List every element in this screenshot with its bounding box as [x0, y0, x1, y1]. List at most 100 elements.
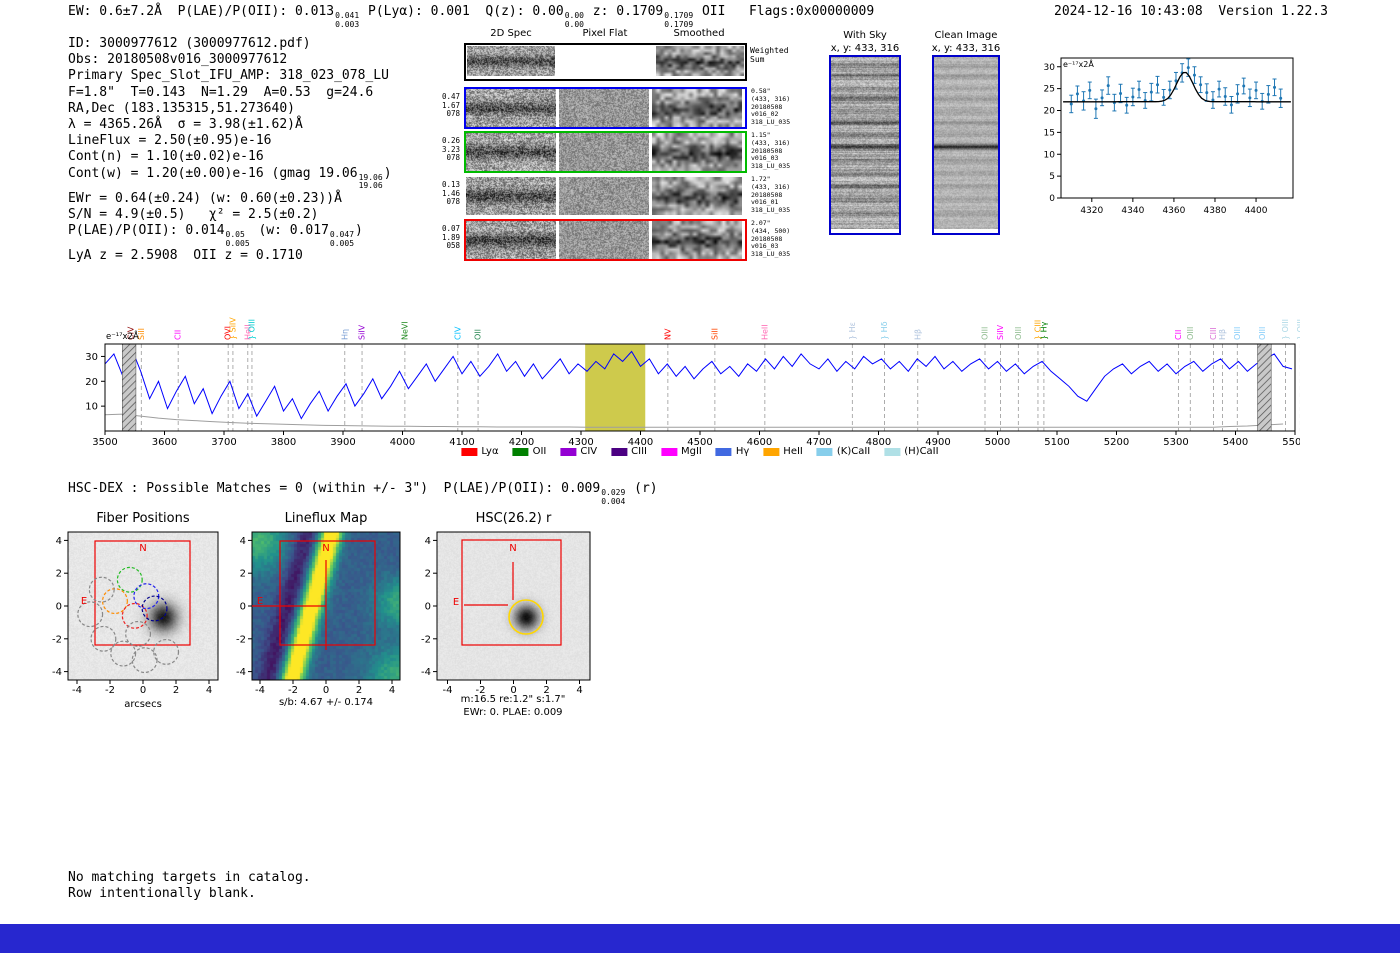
- spec2d-row-left-labels: 0.26 3.23 078: [441, 136, 460, 163]
- sky-panel-coords: x, y: 433, 316: [830, 43, 900, 54]
- emission-line-label: CII: [1174, 330, 1183, 340]
- legend-label: OII: [532, 446, 547, 457]
- emission-line-label: Hβ: [913, 329, 922, 340]
- emission-line-label: Hβ: [1218, 329, 1227, 340]
- spec2d-row-2d-image: [466, 221, 556, 259]
- y-tick-label: 20: [1044, 107, 1056, 117]
- masked-band: [1257, 343, 1272, 432]
- data-point: [1254, 88, 1258, 92]
- spectrum-legend: Lyα OII CIV CIII MgII Hγ HeII (K)CaII (H)CaII: [461, 446, 939, 457]
- data-point: [1149, 90, 1153, 94]
- match-region-box: [94, 540, 191, 646]
- x-tick-label: 3600: [152, 437, 177, 448]
- spec2d-row-annotation: 1.72" (433, 316) 20180508 v016_01 318_LU…: [751, 175, 791, 215]
- stacked-uncertainty: 0.05 0.005: [226, 231, 250, 248]
- x-tick-label: 4000: [390, 437, 415, 448]
- legend-swatch: [512, 447, 529, 456]
- hsc-title: HSC(26.2) r: [476, 511, 552, 526]
- y-tick-label: 0: [1049, 194, 1055, 204]
- stacked-uncertainty: 0.041 0.003: [335, 11, 359, 29]
- spec2d-row-smoothed-image: [652, 221, 742, 259]
- x-tick-label: 5400: [1223, 437, 1248, 448]
- legend-label: CIII: [631, 446, 647, 457]
- y-tick-label: 25: [1044, 85, 1055, 95]
- legend-swatch: [763, 447, 780, 456]
- stacked-uncertainty: 0.00 0.00: [565, 11, 584, 29]
- masked-band: [122, 343, 137, 432]
- spec2d-row-left-labels: 0.13 1.46 078: [441, 180, 460, 207]
- weighted-sum-label: Weighted Sum: [750, 46, 789, 64]
- full-spectrum-svg: CIV SiII CII OVI} SiIV HeII} OIII Hη SiIV NeVI C…: [85, 317, 1300, 448]
- spec2d-row-annotation: 1.15" (433, 316) 20180508 v016_03 318_LU…: [751, 131, 791, 171]
- fiber-title: Fiber Positions: [96, 511, 189, 526]
- lineflux-overlay: Lineflux Map -4 -2 0 2 4 -4 -2 0 2 4 N Es/b: 4.67 +/…: [236, 511, 401, 708]
- info-line: λ = 4365.26Å σ = 3.98(±1.62)Å: [68, 117, 392, 133]
- x-tick-label: -4: [72, 685, 82, 696]
- text-segment: F=1.8" T=0.143 N=1.29 A=0.53 g=24.6: [68, 84, 374, 100]
- info-line: RA,Dec (183.135315,51.273640): [68, 101, 392, 117]
- x-tick-label: -4: [255, 685, 265, 696]
- sky-panel-title: Clean Image: [934, 30, 998, 41]
- data-point: [1192, 73, 1196, 77]
- stacked-value: 0.005: [329, 238, 355, 248]
- stacked-value: 0.004: [601, 496, 626, 506]
- y-tick-label: 0: [240, 602, 246, 613]
- legend-swatch: [611, 447, 628, 456]
- stacked-uncertainty: 0.047 0.005: [330, 231, 354, 248]
- x-tick-label: 5000: [985, 437, 1010, 448]
- flux-spectrum-line: [104, 347, 1293, 420]
- y-tick-label: 30: [85, 352, 98, 363]
- x-tick-label: 3500: [92, 437, 117, 448]
- fiber-positions-panel: Fiber Positions -4 -2 0 2 4 -4 -2 0 2 4 N Earcsecs: [38, 508, 250, 713]
- emission-line-label: OII: [474, 329, 483, 340]
- text-segment: λ = 4365.26Å σ = 3.98(±1.62)Å: [68, 117, 303, 133]
- data-point: [1106, 84, 1110, 88]
- emission-line-label: } OIII: [247, 319, 256, 340]
- info-line: P(LAE)/P(OII): 0.014 0.05 0.005 (w: 0.017 0…: [68, 223, 392, 248]
- emission-line-label: } OIII: [1296, 319, 1300, 340]
- full-spectrum-plot: CIV SiII CII OVI} SiIV HeII} OIII Hη SiIV NeVI C…: [70, 255, 1300, 455]
- data-point: [1137, 88, 1141, 91]
- spec2d-row-smoothed-image: [652, 89, 742, 127]
- spec2d-row-pixelflat-image: [559, 133, 649, 171]
- spec2d-row-left-labels: 0.47 1.67 078: [441, 92, 460, 119]
- emission-line-label: SiIV: [358, 324, 367, 340]
- data-point: [1125, 103, 1129, 107]
- legend-label: (K)CaII: [836, 446, 871, 457]
- legend-item: (H)CaII: [884, 446, 939, 457]
- spec2d-row-2d-image: [466, 133, 556, 171]
- fiber-overlay: Fiber Positions -4 -2 0 2 4 -4 -2 0 2 4 N Earcsecs: [52, 511, 219, 710]
- x-tick-label: 3900: [330, 437, 355, 448]
- text-segment: z: 0.1709: [584, 4, 664, 19]
- plot-box: [1060, 57, 1294, 199]
- emission-line-label: NeVI: [400, 321, 409, 340]
- legend-swatch: [461, 447, 478, 456]
- info-line: Cont(w) = 1.20(±0.00)e-16 (gmag 19.06 19.…: [68, 166, 392, 191]
- legend-swatch: [816, 447, 833, 456]
- x-tick-label: 5500: [1282, 437, 1300, 448]
- x-tick-label: 3800: [271, 437, 296, 448]
- stacked-uncertainty: 19.06 19.06: [359, 173, 383, 191]
- emission-line-label: Hη: [340, 329, 349, 340]
- data-point: [1186, 66, 1190, 70]
- emission-line-label: CIV: [453, 326, 462, 340]
- info-line: LineFlux = 2.50(±0.95)e-16: [68, 133, 392, 149]
- stacked-uncertainty: 0.1709 0.1709: [664, 11, 693, 29]
- fiber-circle: [101, 588, 128, 615]
- footer-line-2: Row intentionally blank.: [68, 886, 256, 901]
- legend-label: Lyα: [481, 446, 499, 457]
- x-tick-label: 4320: [1080, 206, 1103, 216]
- legend-item: (K)CaII: [816, 446, 871, 457]
- text-segment: ID: 3000977612 (3000977612.pdf): [68, 36, 311, 51]
- hsc-cutout-panel: HSC(26.2) r -4 -2 0 2 4 -4 -2 0 2 4 N Em:16.5 re:1.2…: [407, 508, 622, 720]
- spec2d-row-pixelflat-image: [559, 177, 649, 215]
- emission-line-label: OIII: [1258, 327, 1267, 340]
- sb-caption: s/b: 4.67 +/- 0.174: [279, 697, 373, 708]
- y-tick-label: 2: [425, 569, 431, 580]
- info-line: F=1.8" T=0.143 N=1.29 A=0.53 g=24.6: [68, 85, 392, 101]
- spec2d-row-annotation: 0.58" (433, 316) 20180508 v016_02 318_LU…: [751, 87, 791, 127]
- x-tick-label: 4: [389, 685, 395, 696]
- error-spectrum-line: [104, 413, 1284, 428]
- emission-line-label: } OIII: [1281, 319, 1290, 340]
- x-axis-label: arcsecs: [124, 699, 162, 710]
